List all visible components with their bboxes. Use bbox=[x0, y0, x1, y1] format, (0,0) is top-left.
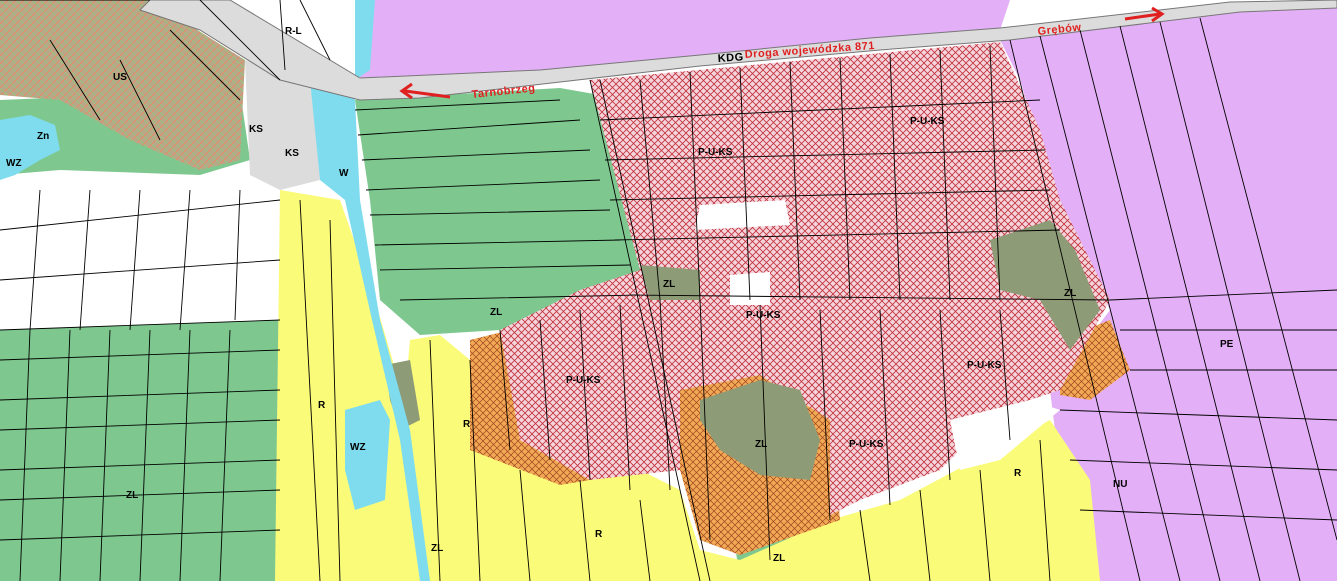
zone-label-nu: NU bbox=[1113, 479, 1127, 490]
zone-label-pu-ks-bottom: P-U-KS bbox=[849, 439, 884, 450]
zoning-map[interactable]: KDG Droga wojewódzka 871 Tarnobrzeg Gręb… bbox=[0, 0, 1337, 581]
plot-white-1 bbox=[695, 200, 790, 230]
zone-label-w: W bbox=[339, 168, 349, 179]
zone-label-zl-bottom-center: ZL bbox=[431, 543, 443, 554]
zone-label-r-right: R bbox=[1014, 468, 1022, 479]
zone-label-r-bottom: R bbox=[595, 529, 603, 540]
zone-label-wz-center: WZ bbox=[350, 442, 366, 453]
zone-label-zl-center: ZL bbox=[663, 279, 675, 290]
zone-label-r-l: R-L bbox=[285, 26, 302, 37]
zone-label-ks-1: KS bbox=[249, 124, 263, 135]
zone-label-zl-right: ZL bbox=[1064, 288, 1076, 299]
zone-label-zn: Zn bbox=[37, 131, 49, 142]
zone-label-r-left: R bbox=[318, 400, 326, 411]
zone-label-pu-ks-top-left: P-U-KS bbox=[698, 147, 733, 158]
zone-label-r-center: R bbox=[463, 419, 471, 430]
zone-label-zl-forest: ZL bbox=[755, 439, 767, 450]
zone-label-zl-bottom-left: ZL bbox=[126, 490, 138, 501]
plot-white-2 bbox=[730, 272, 770, 305]
zone-label-zl-mid-left: ZL bbox=[490, 307, 502, 318]
zone-green-left bbox=[0, 320, 280, 581]
zone-label-pe: PE bbox=[1220, 339, 1234, 350]
zone-label-ks-2: KS bbox=[285, 148, 299, 159]
zone-label-pu-ks-top-right: P-U-KS bbox=[910, 116, 945, 127]
zone-label-us: US bbox=[113, 72, 127, 83]
zone-water-wz-center bbox=[345, 400, 390, 510]
zone-label-pu-ks-center: P-U-KS bbox=[746, 310, 781, 321]
zone-label-pu-ks-right: P-U-KS bbox=[967, 360, 1002, 371]
zone-label-pu-ks-left: P-U-KS bbox=[566, 375, 601, 386]
road-code-label: KDG bbox=[717, 51, 744, 65]
zone-label-wz-left: WZ bbox=[6, 158, 22, 169]
zone-label-zl-bottom: ZL bbox=[773, 553, 785, 564]
